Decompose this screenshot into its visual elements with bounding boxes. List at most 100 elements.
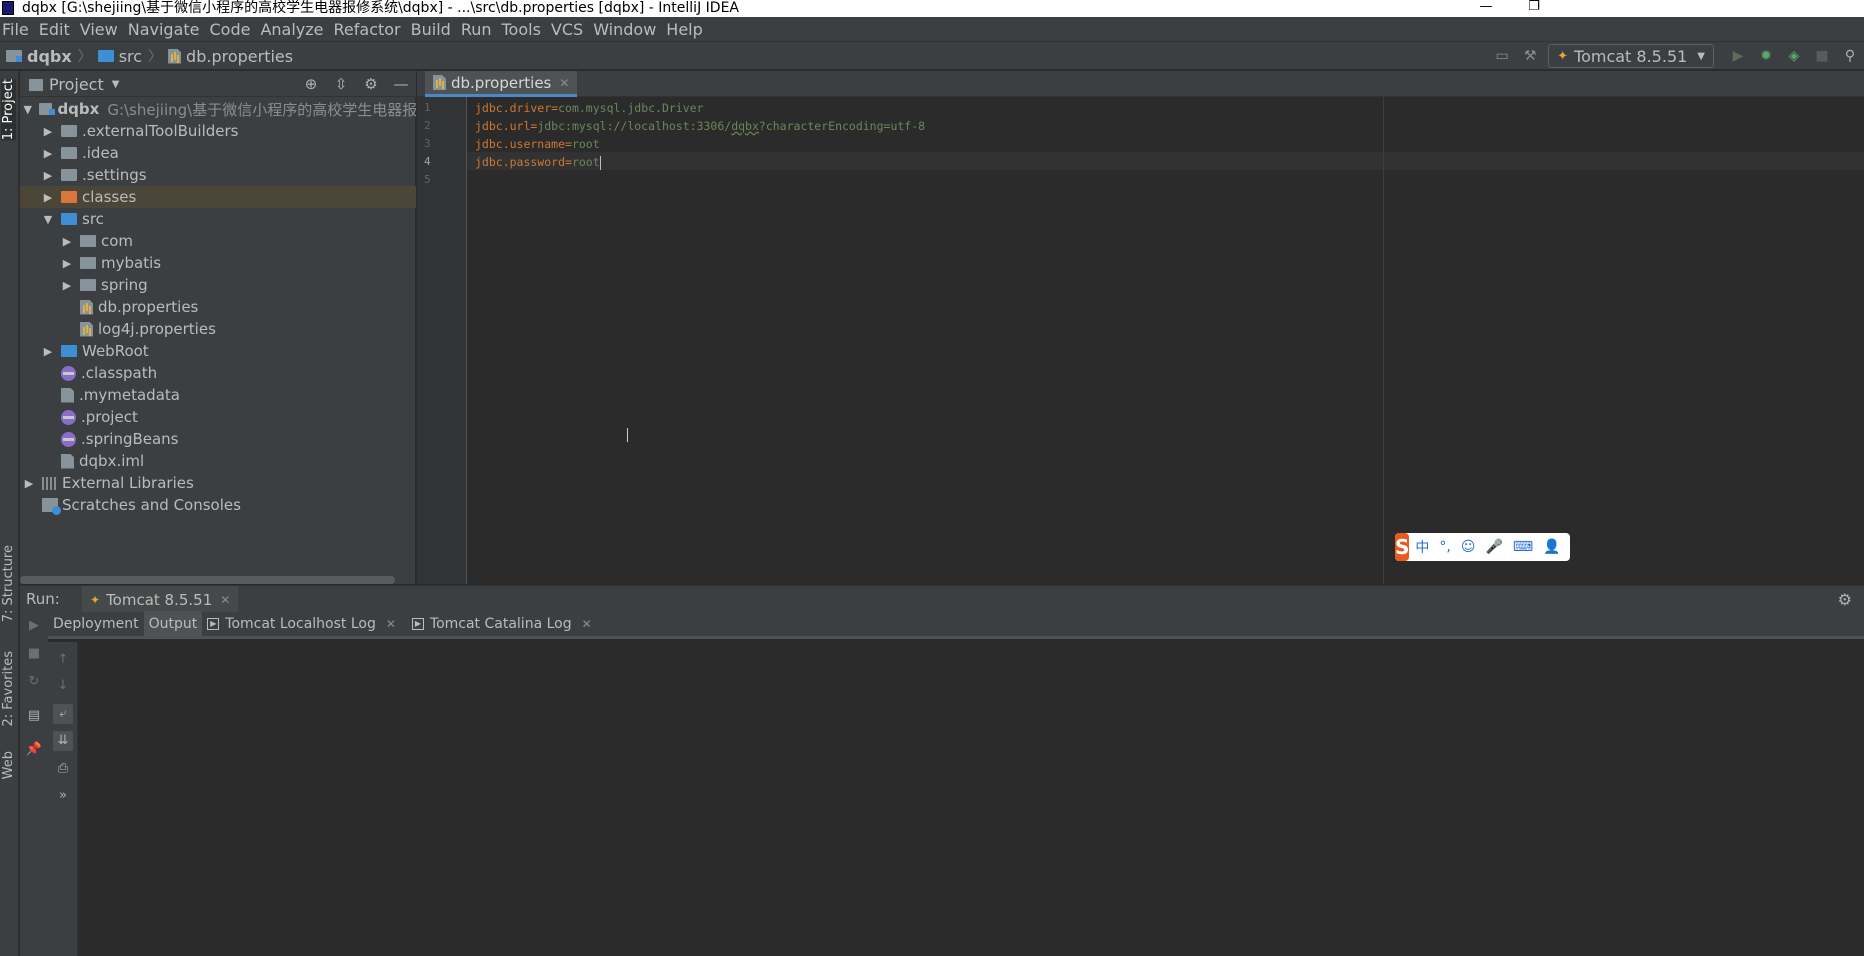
layout-icon[interactable]: ▤ [24,706,44,726]
menu-run[interactable]: Run [458,20,499,39]
keyboard-icon[interactable]: ⌨ [1513,539,1533,555]
collapsed-arrow-icon[interactable]: ▶ [60,257,74,270]
arrow-down-icon[interactable]: ↓ [53,676,73,696]
collapsed-arrow-icon[interactable]: ▶ [41,125,55,138]
breadcrumb-file[interactable]: db.properties [168,47,293,66]
menu-edit[interactable]: Edit [36,20,77,39]
menu-window[interactable]: Window [590,20,663,39]
debug-icon[interactable]: ✹ [1758,48,1774,64]
more-icon[interactable]: » [53,786,73,806]
search-icon[interactable]: ⚲ [1842,48,1858,64]
tool-window-web[interactable]: Web [1,751,16,779]
collapsed-arrow-icon[interactable]: ▶ [60,235,74,248]
layout-icon[interactable]: ▭ [1494,48,1510,64]
tool-window-favorites[interactable]: 2: Favorites [1,651,16,727]
collapsed-arrow-icon[interactable]: ▶ [41,169,55,182]
tree-item[interactable]: ▶ mybatis [20,252,416,274]
editor-tab-db-properties[interactable]: db.properties ✕ [425,71,578,97]
print-icon[interactable]: ⎙ [53,759,73,779]
tree-item[interactable]: ▶ .idea [20,142,416,164]
tree-item[interactable]: ▶ WebRoot [20,340,416,362]
close-icon[interactable]: ✕ [386,617,396,631]
restore-button[interactable]: ❐ [1514,0,1554,17]
menu-tools[interactable]: Tools [499,20,548,39]
code-editor[interactable]: jdbc.driver=com.mysql.jdbc.Driver jdbc.ur… [468,97,1864,584]
close-icon[interactable]: ✕ [559,76,569,90]
collapsed-arrow-icon[interactable]: ▶ [41,345,55,358]
tree-item[interactable]: .springBeans [20,428,416,450]
ime-mode[interactable]: 中 [1415,537,1429,557]
expanded-arrow-icon[interactable]: ▼ [22,103,33,116]
tool-window-structure[interactable]: 7: Structure [1,545,16,622]
menu-analyze[interactable]: Analyze [257,20,330,39]
microphone-icon[interactable]: 🎤 [1485,539,1502,555]
run-tab-tomcat[interactable]: ✦ Tomcat 8.5.51 ✕ [82,586,239,613]
run-configuration-select[interactable]: ✦ Tomcat 8.5.51 ▼ [1548,44,1714,68]
menu-view[interactable]: View [77,20,125,39]
hide-icon[interactable]: — [392,75,410,93]
ime-punctuation[interactable]: °, [1439,539,1450,555]
scroll-to-end-icon[interactable]: ⇊ [53,731,73,751]
collapsed-arrow-icon[interactable]: ▶ [60,279,74,292]
project-view-select[interactable]: Project ▼ [29,75,119,94]
tree-item[interactable]: Scratches and Consoles [20,494,416,516]
tree-item[interactable]: ▶ .settings [20,164,416,186]
restart-icon[interactable]: ↻ [24,672,44,692]
stop-icon[interactable]: ■ [24,644,44,664]
collapse-all-icon[interactable]: ⇳ [332,75,350,93]
menu-help[interactable]: Help [663,20,709,39]
tree-item[interactable]: ▶ .externalToolBuilders [20,120,416,142]
tree-item[interactable]: .mymetadata [20,384,416,406]
breadcrumb-src[interactable]: src 〉 [97,46,168,66]
run-subtab-tomcat-catalina-log[interactable]: ▶ Tomcat Catalina Log ✕ [407,611,603,638]
run-subtab-tomcat-localhost-log[interactable]: ▶ Tomcat Localhost Log ✕ [202,611,407,638]
tree-item[interactable]: log4j.properties [20,318,416,340]
stop-icon[interactable]: ■ [1814,48,1830,64]
tree-item[interactable]: ▼ src [20,208,416,230]
pin-icon[interactable]: 📌 [24,740,44,760]
code-line[interactable]: jdbc.driver=com.mysql.jdbc.Driver [475,99,704,117]
locate-icon[interactable]: ⊕ [302,75,320,93]
minimize-button[interactable]: — [1466,0,1506,17]
run-subtab-deployment[interactable]: Deployment [48,611,144,638]
menu-file[interactable]: File [0,20,36,39]
menu-navigate[interactable]: Navigate [125,20,207,39]
tree-item[interactable]: dqbx.iml [20,450,416,472]
tree-item[interactable]: ▶ spring [20,274,416,296]
collapsed-arrow-icon[interactable]: ▶ [41,147,55,160]
close-icon[interactable]: ✕ [582,617,592,631]
tree-item[interactable]: ▼ dqbx G:\shejiing\基于微信小程序的高校学生电器报修系统\dq [20,98,416,120]
breadcrumb-project[interactable]: dqbx 〉 [6,46,98,66]
horizontal-scrollbar[interactable] [20,576,395,584]
run-subtab-output[interactable]: Output [143,610,203,638]
code-line[interactable]: jdbc.password=root [475,153,601,171]
build-hammer-icon[interactable]: ⚒ [1522,48,1538,64]
user-icon[interactable]: 👤 [1543,539,1560,555]
menu-refactor[interactable]: Refactor [331,20,408,39]
code-line[interactable]: jdbc.url=jdbc:mysql://localhost:3306/dqb… [475,117,925,135]
tree-item[interactable]: .classpath [20,362,416,384]
collapsed-arrow-icon[interactable]: ▶ [22,477,36,490]
gear-icon[interactable]: ⚙ [1838,590,1852,609]
collapsed-arrow-icon[interactable]: ▶ [41,191,55,204]
rerun-icon[interactable]: ▶ [24,616,44,636]
arrow-up-icon[interactable]: ↑ [53,650,73,670]
gear-icon[interactable]: ⚙ [362,75,380,93]
tree-item[interactable]: ▶ classes [20,186,416,208]
close-icon[interactable]: ✕ [220,593,230,607]
emoji-icon[interactable]: ☺ [1461,539,1476,555]
ime-toolbar[interactable]: S 中 °, ☺ 🎤 ⌨ 👤 [1395,533,1570,561]
coverage-icon[interactable]: ◈ [1786,48,1802,64]
soft-wrap-icon[interactable]: ⤶ [53,704,73,724]
tree-item[interactable]: ▶ com [20,230,416,252]
tool-window-project[interactable]: 1: Project [1,79,16,141]
tree-item[interactable]: ▶ External Libraries [20,472,416,494]
console-output[interactable] [79,642,1864,956]
tree-item[interactable]: .project [20,406,416,428]
menu-code[interactable]: Code [207,20,258,39]
expanded-arrow-icon[interactable]: ▼ [41,213,55,226]
code-line[interactable]: jdbc.username=root [475,135,600,153]
run-icon[interactable]: ▶ [1730,48,1746,64]
tree-item[interactable]: db.properties [20,296,416,318]
menu-vcs[interactable]: VCS [548,20,590,39]
